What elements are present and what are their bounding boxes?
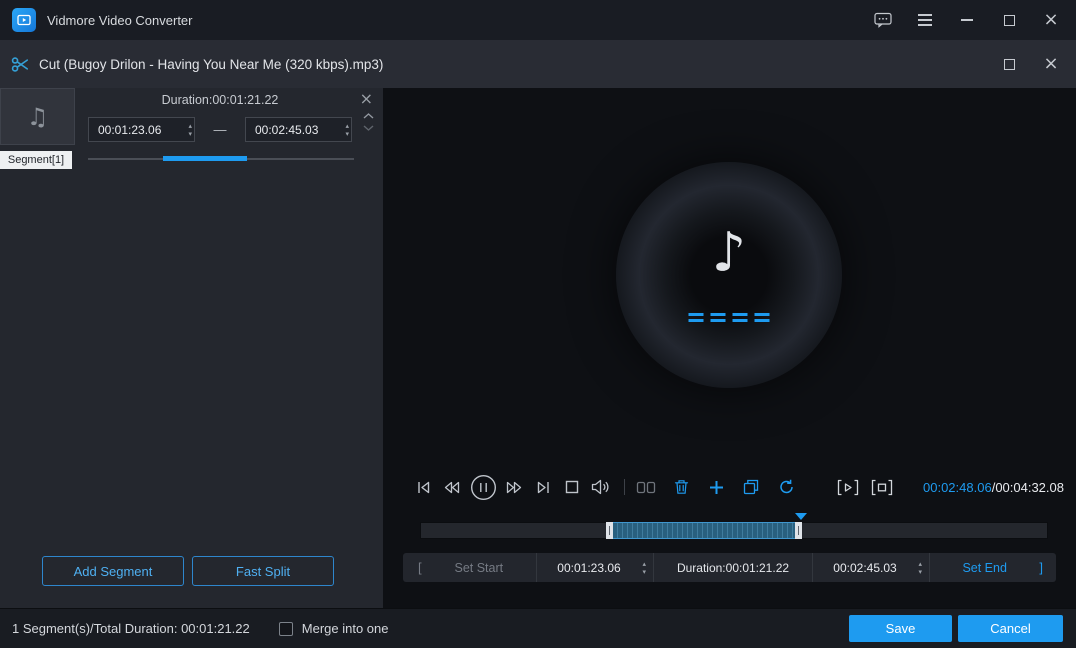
cut-dialog-title: Cut (Bugoy Drilon - Having You Near Me (…	[39, 57, 383, 72]
dialog-window-controls: ×	[1000, 55, 1060, 73]
titlebar: Vidmore Video Converter ×	[0, 0, 1076, 40]
status-bar: 1 Segment(s)/Total Duration: 00:01:21.22…	[0, 608, 1076, 648]
spin-down-icon[interactable]: ▾	[918, 568, 922, 576]
cut-end-value[interactable]: 00:02:45.03	[833, 561, 896, 575]
split-segment-icon[interactable]	[634, 475, 658, 499]
window-controls: ×	[874, 11, 1060, 29]
cut-duration-label: Duration:00:01:21.22	[654, 561, 812, 575]
segment-mini-timeline[interactable]	[88, 154, 354, 163]
chevron-up-icon[interactable]	[363, 113, 374, 119]
preview-segment-icon[interactable]	[835, 475, 861, 499]
add-segment-button[interactable]: Add Segment	[42, 556, 184, 586]
segment-start-spinner[interactable]: ▴ ▾	[188, 118, 192, 141]
reset-icon[interactable]	[774, 475, 798, 499]
spin-up-icon[interactable]: ▴	[345, 122, 349, 130]
segment-end-field[interactable]: ▴ ▾	[245, 117, 352, 142]
previous-frame-icon[interactable]	[411, 475, 435, 499]
cut-start-field[interactable]: 00:01:23.06 ▴ ▾	[537, 553, 653, 582]
segment-start-field[interactable]: ▴ ▾	[88, 117, 195, 142]
preview-panel: ♪	[383, 88, 1076, 608]
app-logo-icon	[12, 8, 36, 32]
timeline-selection[interactable]	[606, 522, 802, 539]
segment-duration-label: Duration:00:01:21.22	[88, 93, 352, 107]
audio-disc: ♪	[616, 162, 842, 388]
spin-up-icon[interactable]: ▴	[188, 122, 192, 130]
current-time: 00:02:48.06	[923, 480, 992, 495]
total-time: 00:04:32.08	[995, 480, 1064, 495]
timeline-track[interactable]	[420, 522, 1048, 539]
playhead-marker[interactable]	[795, 513, 807, 520]
music-note-icon: ♫	[27, 103, 49, 131]
rewind-icon[interactable]	[440, 475, 464, 499]
fast-forward-icon[interactable]	[502, 475, 526, 499]
set-end-label: Set End	[930, 561, 1039, 575]
segment-panel: ♫ Segment[1] Duration:00:01:21.22 ▴ ▾ — …	[0, 88, 383, 608]
dialog-body: ♫ Segment[1] Duration:00:01:21.22 ▴ ▾ — …	[0, 88, 1076, 608]
controls-divider	[624, 479, 625, 495]
menu-icon[interactable]	[916, 11, 934, 29]
cancel-button[interactable]: Cancel	[958, 615, 1063, 642]
minimize-button[interactable]	[958, 11, 976, 29]
dialog-maximize-button[interactable]	[1000, 55, 1018, 73]
end-bracket: ]	[1039, 560, 1043, 575]
pause-icon[interactable]	[469, 475, 497, 499]
save-button[interactable]: Save	[849, 615, 952, 642]
close-button[interactable]: ×	[1042, 11, 1060, 29]
selection-end-handle[interactable]	[795, 522, 802, 539]
spin-up-icon[interactable]: ▴	[918, 560, 922, 568]
time-display: 00:02:48.06/00:04:32.08	[923, 480, 1064, 495]
feedback-icon[interactable]	[874, 11, 892, 29]
cut-dialog-header: Cut (Bugoy Drilon - Having You Near Me (…	[0, 40, 1076, 88]
dialog-actions: Save Cancel	[849, 615, 1063, 642]
music-note-icon: ♪	[712, 221, 746, 284]
segment-summary: 1 Segment(s)/Total Duration: 00:01:21.22	[12, 621, 250, 636]
cut-bar: [ Set Start 00:01:23.06 ▴ ▾ Duration:00:…	[403, 553, 1056, 582]
segment-actions: Add Segment Fast Split	[0, 556, 383, 586]
segment-remove-icon[interactable]: ×	[360, 89, 373, 108]
segment-start-input[interactable]	[89, 118, 194, 141]
copy-segment-icon[interactable]	[739, 475, 763, 499]
delete-segment-icon[interactable]	[669, 475, 693, 499]
dialog-close-button[interactable]: ×	[1042, 55, 1060, 73]
set-start-button[interactable]: [ Set Start	[403, 553, 536, 582]
add-segment-icon[interactable]	[704, 475, 728, 499]
merge-checkbox[interactable]	[279, 622, 293, 636]
cut-end-spinner[interactable]: ▴ ▾	[918, 553, 922, 582]
spin-down-icon[interactable]: ▾	[642, 568, 646, 576]
range-separator: —	[195, 122, 245, 137]
set-start-label: Set Start	[422, 561, 536, 575]
equalizer-icon	[689, 313, 770, 322]
maximize-button[interactable]	[1000, 11, 1018, 29]
fast-split-button[interactable]: Fast Split	[192, 556, 334, 586]
spin-up-icon[interactable]: ▴	[642, 560, 646, 568]
segment-thumbnail[interactable]: ♫	[0, 88, 75, 145]
segment-time-range: ▴ ▾ — ▴ ▾	[88, 117, 352, 142]
selection-start-handle[interactable]	[606, 522, 613, 539]
cut-start-value[interactable]: 00:01:23.06	[557, 561, 620, 575]
mini-timeline-selection[interactable]	[163, 156, 247, 161]
cut-end-field[interactable]: 00:02:45.03 ▴ ▾	[813, 553, 929, 582]
segment-end-spinner[interactable]: ▴ ▾	[345, 118, 349, 141]
stop-icon[interactable]	[560, 475, 584, 499]
chevron-down-icon[interactable]	[363, 125, 374, 131]
app-title: Vidmore Video Converter	[47, 13, 193, 28]
playback-controls: 00:02:48.06/00:04:32.08	[383, 472, 1076, 502]
scissors-icon	[10, 55, 30, 74]
cut-start-spinner[interactable]: ▴ ▾	[642, 553, 646, 582]
merge-label: Merge into one	[302, 621, 389, 636]
frame-select-icon[interactable]	[869, 475, 895, 499]
segment-end-input[interactable]	[246, 118, 351, 141]
spin-down-icon[interactable]: ▾	[188, 130, 192, 138]
volume-icon[interactable]	[589, 475, 613, 499]
next-frame-icon[interactable]	[531, 475, 555, 499]
set-end-button[interactable]: Set End ]	[930, 553, 1056, 582]
segment-label: Segment[1]	[0, 151, 72, 169]
spin-down-icon[interactable]: ▾	[345, 130, 349, 138]
app-window: Vidmore Video Converter ×	[0, 0, 1076, 648]
